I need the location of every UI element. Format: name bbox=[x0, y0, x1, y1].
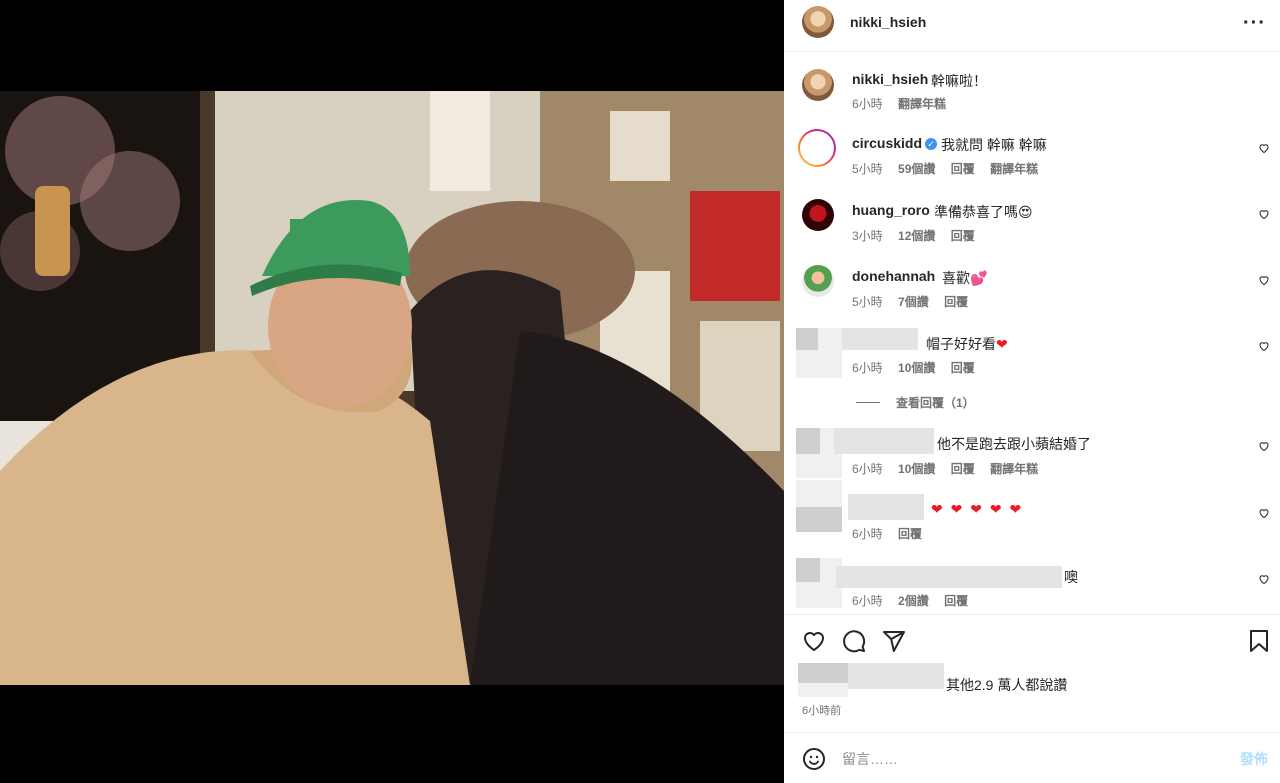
comment-time: 5小時 bbox=[852, 295, 883, 309]
likes-count[interactable]: 其他2.9 萬人都說讚 bbox=[946, 675, 1067, 695]
comment-likes[interactable]: 12個讚 bbox=[898, 229, 935, 243]
comment-like-icon[interactable] bbox=[1258, 142, 1270, 154]
comment-text: ❤ ❤ ❤ ❤ ❤ bbox=[931, 501, 1024, 517]
blurred-avatar-block bbox=[796, 328, 818, 350]
reply-button[interactable]: 回覆 bbox=[951, 462, 975, 476]
comment-input[interactable] bbox=[842, 748, 1222, 770]
post-time: 6小時前 bbox=[802, 705, 842, 717]
comment-icon[interactable] bbox=[842, 629, 866, 653]
comment-username[interactable]: donehannah bbox=[852, 268, 935, 284]
photo-area bbox=[0, 0, 784, 783]
comment-text: 準備恭喜了嗎😍 bbox=[934, 204, 1033, 220]
comment-avatar[interactable] bbox=[802, 199, 834, 231]
comment-like-icon[interactable] bbox=[1258, 208, 1270, 220]
caption-translate[interactable]: 翻譯年糕 bbox=[898, 97, 946, 111]
heart-icon[interactable] bbox=[802, 629, 826, 653]
comment-like-icon[interactable] bbox=[1258, 440, 1270, 452]
blurred-username bbox=[848, 494, 924, 520]
blurred-liker-avatar-block bbox=[798, 663, 848, 683]
comment-time: 6小時 bbox=[852, 527, 883, 541]
owner-avatar[interactable] bbox=[802, 6, 834, 38]
post-photo[interactable] bbox=[0, 91, 784, 685]
caption-text: 幹嘛啦！ bbox=[931, 73, 987, 89]
comment-time: 6小時 bbox=[852, 361, 883, 375]
caption-meta: 6小時 翻譯年糕 bbox=[852, 95, 958, 112]
post-comment-button[interactable]: 發佈 bbox=[1240, 749, 1268, 769]
comment-time: 3小時 bbox=[852, 229, 883, 243]
blurred-username bbox=[842, 328, 918, 350]
comment-meta: 3小時 12個讚 回覆 bbox=[852, 227, 987, 244]
comment-meta: 5小時 59個讚 回覆 翻譯年糕 bbox=[852, 160, 1050, 177]
more-icon[interactable]: ··· bbox=[1243, 12, 1266, 35]
comment-meta: 6小時 回覆 bbox=[852, 525, 934, 542]
comment-meta: 6小時 2個讚 回覆 bbox=[852, 592, 980, 609]
comment-text: 帽子好好看❤ bbox=[926, 336, 1008, 352]
comment-likes[interactable]: 59個讚 bbox=[898, 162, 935, 176]
translate-button[interactable]: 翻譯年糕 bbox=[990, 162, 1038, 176]
comment-meta: 6小時 10個讚 回覆 bbox=[852, 359, 987, 376]
comment-like-icon[interactable] bbox=[1258, 340, 1270, 352]
reply-button[interactable]: 回覆 bbox=[944, 295, 968, 309]
reply-button[interactable]: 回覆 bbox=[951, 162, 975, 176]
comment-time: 6小時 bbox=[852, 594, 883, 608]
caption-username[interactable]: nikki_hsieh bbox=[852, 71, 928, 87]
comment-time: 5小時 bbox=[852, 162, 883, 176]
emoji-icon[interactable] bbox=[802, 747, 826, 771]
post-actions: 其他2.9 萬人都說讚 6小時前 bbox=[784, 614, 1280, 732]
photo-illustration bbox=[0, 91, 784, 685]
comment-username[interactable]: circuskidd ✓ bbox=[852, 135, 939, 151]
comment-likes[interactable]: 7個讚 bbox=[898, 295, 929, 309]
translate-button[interactable]: 翻譯年糕 bbox=[990, 462, 1038, 476]
view-replies-button[interactable]: 查看回覆（1） bbox=[856, 394, 975, 411]
comment-likes[interactable]: 10個讚 bbox=[898, 462, 935, 476]
comment-time: 6小時 bbox=[852, 462, 883, 476]
post-panel: nikki_hsieh ··· nikki_hsieh 幹嘛啦！ 6小時 翻譯年… bbox=[784, 0, 1280, 783]
comment-text: 喜歡💕 bbox=[942, 270, 988, 286]
reply-button[interactable]: 回覆 bbox=[951, 229, 975, 243]
caption-time: 6小時 bbox=[852, 97, 883, 111]
comment-meta: 5小時 7個讚 回覆 bbox=[852, 293, 980, 310]
reply-button[interactable]: 回覆 bbox=[951, 361, 975, 375]
blurred-username bbox=[834, 428, 934, 454]
share-icon[interactable] bbox=[882, 629, 906, 653]
comment-like-icon[interactable] bbox=[1258, 274, 1270, 286]
comment-text: 我就問 幹嘛 幹嘛 bbox=[941, 137, 1047, 153]
blurred-avatar-block bbox=[796, 507, 842, 532]
comment-box: 發佈 bbox=[784, 732, 1280, 783]
bookmark-icon[interactable] bbox=[1248, 629, 1270, 653]
blurred-liker-name bbox=[848, 663, 944, 689]
comment-avatar[interactable] bbox=[802, 265, 834, 297]
verified-icon: ✓ bbox=[925, 138, 938, 150]
blurred-username bbox=[836, 566, 1062, 588]
blurred-avatar-block bbox=[796, 558, 820, 582]
reply-button[interactable]: 回覆 bbox=[898, 527, 922, 541]
caption-avatar[interactable] bbox=[802, 69, 834, 101]
comment-meta: 6小時 10個讚 回覆 翻譯年糕 bbox=[852, 460, 1050, 477]
post-header: nikki_hsieh ··· bbox=[784, 0, 1280, 52]
instagram-post-view: nikki_hsieh ··· nikki_hsieh 幹嘛啦！ 6小時 翻譯年… bbox=[0, 0, 1280, 783]
comment-like-icon[interactable] bbox=[1258, 507, 1270, 519]
comment-text: 噢 bbox=[1064, 569, 1078, 585]
comment-username[interactable]: huang_roro bbox=[852, 202, 930, 218]
comment-likes[interactable]: 10個讚 bbox=[898, 361, 935, 375]
comment-text: 他不是跑去跟小蘋結婚了 bbox=[937, 436, 1091, 452]
comment-avatar[interactable] bbox=[798, 129, 836, 167]
reply-button[interactable]: 回覆 bbox=[944, 594, 968, 608]
comment-like-icon[interactable] bbox=[1258, 573, 1270, 585]
comment-likes[interactable]: 2個讚 bbox=[898, 594, 929, 608]
owner-username[interactable]: nikki_hsieh bbox=[850, 14, 926, 30]
blurred-avatar-block bbox=[796, 428, 820, 454]
